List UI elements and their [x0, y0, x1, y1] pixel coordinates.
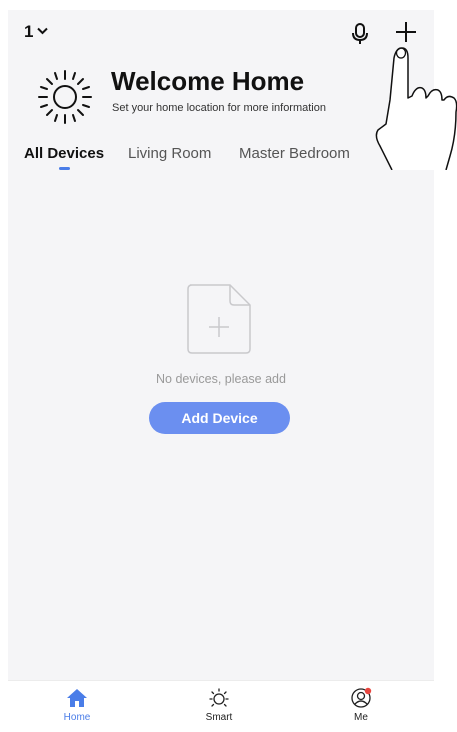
tab-living-room[interactable]: Living Room — [128, 145, 211, 162]
bottom-navigation: Home Smart Me — [8, 680, 434, 732]
home-selector-label: 1 — [24, 22, 34, 41]
chevron-down-icon — [37, 24, 49, 38]
nav-home-label: Home — [63, 712, 91, 723]
welcome-title: Welcome Home — [111, 66, 305, 96]
sun-icon — [209, 688, 229, 707]
home-selector[interactable]: 1 — [24, 22, 49, 42]
plus-icon[interactable] — [394, 20, 418, 44]
add-file-icon — [187, 284, 251, 354]
welcome-subtitle[interactable]: Set your home location for more informat… — [112, 102, 326, 114]
active-tab-indicator — [59, 167, 70, 170]
home-icon — [67, 689, 87, 707]
nav-smart[interactable]: Smart — [184, 681, 254, 732]
empty-state-message: No devices, please add — [156, 372, 286, 386]
microphone-icon[interactable] — [350, 23, 370, 45]
nav-me-label: Me — [354, 712, 368, 723]
room-tabs: All Devices Living Room Master Bedroom — [24, 145, 419, 175]
sun-icon — [38, 70, 92, 124]
tab-master-bedroom[interactable]: Master Bedroom — [239, 145, 350, 162]
app-screen: 1 Welcome Home Set your home location fo… — [8, 10, 434, 732]
add-device-button[interactable]: Add Device — [149, 402, 290, 434]
nav-me[interactable]: Me — [326, 681, 396, 732]
tab-all-devices[interactable]: All Devices — [24, 145, 104, 162]
nav-smart-label: Smart — [205, 712, 233, 723]
notification-badge — [364, 687, 372, 695]
user-icon — [351, 687, 372, 708]
nav-home[interactable]: Home — [42, 681, 112, 732]
